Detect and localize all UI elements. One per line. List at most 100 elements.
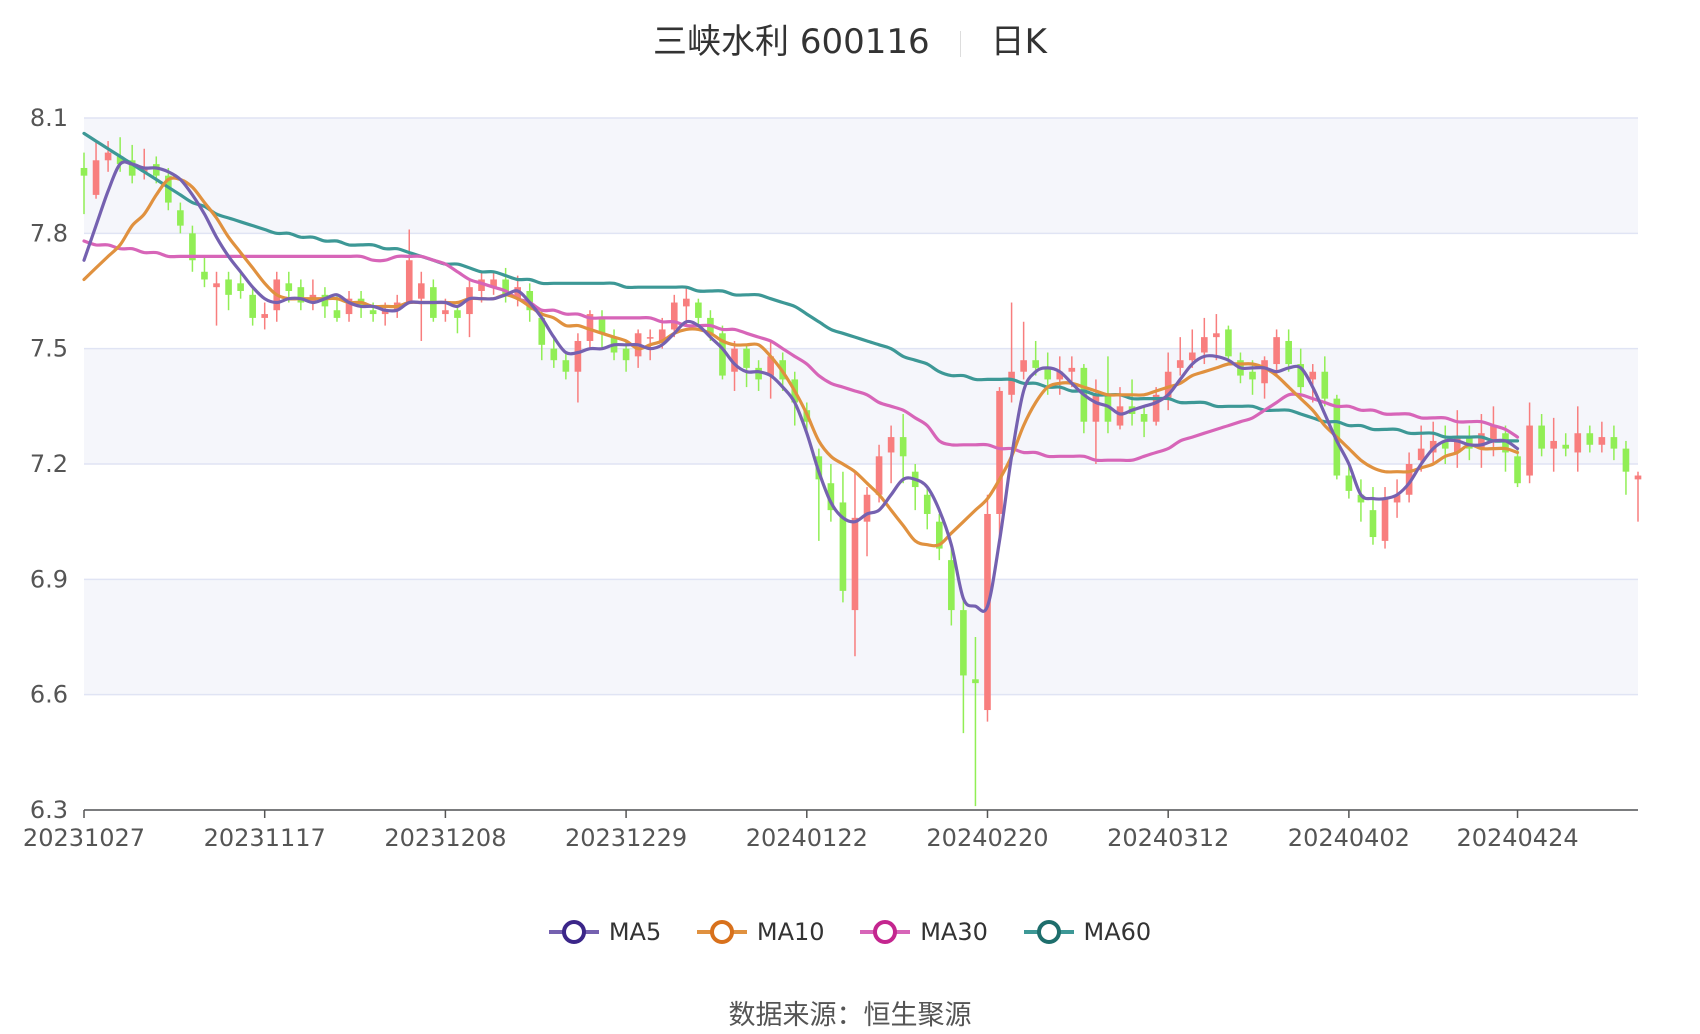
candle-body xyxy=(1610,437,1618,449)
legend-ma5-label: MA5 xyxy=(608,918,662,946)
candle-body xyxy=(899,437,907,457)
candle-body xyxy=(104,152,112,161)
plot-band xyxy=(84,348,1638,464)
source-label: 数据来源： xyxy=(728,1000,864,1031)
candle-body xyxy=(369,310,377,315)
candle-body xyxy=(622,348,630,361)
candle-body xyxy=(1309,371,1317,380)
candle xyxy=(249,287,256,326)
candle-body xyxy=(1586,433,1594,445)
x-tick-label: 20240122 xyxy=(746,824,868,852)
candle-body xyxy=(1526,425,1533,476)
candle-body xyxy=(1188,352,1196,361)
candle-body xyxy=(1622,448,1630,472)
y-tick-label: 6.3 xyxy=(30,796,68,824)
x-tick-label: 20231229 xyxy=(565,824,687,852)
candle xyxy=(839,471,847,603)
legend-ma10-icon xyxy=(696,920,747,944)
legend-ma30-icon xyxy=(860,920,911,944)
candle-body xyxy=(1369,510,1377,538)
candle-body xyxy=(1598,437,1606,445)
plot-band xyxy=(84,118,1638,234)
candle-body xyxy=(1213,333,1220,338)
candle-body xyxy=(1634,475,1642,480)
candle-body xyxy=(851,517,859,611)
x-tick-label: 20231208 xyxy=(384,824,506,852)
candle xyxy=(695,298,702,326)
candle-body xyxy=(177,210,184,226)
data-source: 数据来源：恒生聚源 xyxy=(0,993,1700,1032)
candle-body xyxy=(442,310,449,315)
candle-body xyxy=(417,283,425,299)
candle xyxy=(935,513,943,561)
x-tick-label: 20240312 xyxy=(1107,824,1229,852)
candle xyxy=(297,279,305,311)
candle-body xyxy=(875,456,883,495)
x-tick-label: 20231027 xyxy=(23,824,145,852)
candle-body xyxy=(1550,440,1557,449)
candle-body xyxy=(1201,337,1208,353)
y-tick-label: 6.6 xyxy=(30,681,68,709)
candle xyxy=(683,287,690,326)
candle-body xyxy=(333,310,341,318)
candle-body xyxy=(1345,475,1353,491)
candle-body xyxy=(1140,414,1148,422)
candle xyxy=(960,598,967,734)
candle xyxy=(261,302,269,330)
candle-body xyxy=(405,260,413,303)
candle-body xyxy=(743,348,750,368)
candle-body xyxy=(683,298,690,307)
x-tick-label: 20231117 xyxy=(204,824,326,852)
legend: MA5 MA10 MA30 MA60 xyxy=(0,918,1700,951)
candle-body xyxy=(923,494,931,514)
candlestick-chart: 8.17.87.57.26.96.66.3 20231027 20231117 20… xyxy=(23,104,1642,852)
candle-body xyxy=(1381,498,1389,541)
candle-body xyxy=(695,302,702,318)
y-tick-label: 7.5 xyxy=(30,335,68,363)
candle xyxy=(417,271,425,341)
x-tick-label: 20240424 xyxy=(1456,824,1578,852)
candle-body xyxy=(948,560,955,611)
candle xyxy=(213,271,220,326)
candle xyxy=(405,229,413,303)
candle-body xyxy=(960,610,967,676)
candle xyxy=(863,487,871,557)
candle-body xyxy=(972,679,979,684)
candle-body xyxy=(249,294,256,318)
legend-ma10-label: MA10 xyxy=(756,918,825,946)
candle xyxy=(225,271,232,311)
candle-body xyxy=(80,167,88,176)
legend-ma30-label: MA30 xyxy=(920,918,988,946)
candle-body xyxy=(1020,360,1027,372)
legend-item-ma10[interactable]: MA10 xyxy=(696,918,825,946)
legend-item-ma30[interactable]: MA30 xyxy=(860,918,988,946)
candle-body xyxy=(1008,371,1015,395)
candle xyxy=(201,256,208,288)
candle-body xyxy=(550,348,558,361)
candle-body xyxy=(1538,425,1545,449)
candle-body xyxy=(1116,406,1124,426)
y-tick-label: 6.9 xyxy=(30,565,68,593)
plot-background xyxy=(84,118,1638,695)
source-name: 恒生聚源 xyxy=(863,1000,972,1031)
candle xyxy=(1369,487,1377,545)
candle-body xyxy=(1285,340,1292,365)
candle-body xyxy=(261,314,269,318)
candle-body xyxy=(996,390,1003,514)
candle-body xyxy=(1562,444,1570,449)
legend-item-ma60[interactable]: MA60 xyxy=(1023,918,1151,946)
legend-ma5-icon xyxy=(548,920,599,944)
plot-band xyxy=(84,579,1638,695)
candle-body xyxy=(285,283,293,291)
legend-item-ma5[interactable]: MA5 xyxy=(548,918,662,946)
candle-body xyxy=(863,494,871,522)
candle-body xyxy=(237,283,244,291)
candle-body xyxy=(1514,456,1521,484)
candle-body xyxy=(1273,337,1280,365)
candle xyxy=(911,464,919,511)
candle-body xyxy=(92,160,100,195)
candle-body xyxy=(225,279,232,295)
candle xyxy=(1381,487,1389,549)
candle xyxy=(1393,479,1401,518)
y-tick-label: 7.2 xyxy=(30,450,68,478)
